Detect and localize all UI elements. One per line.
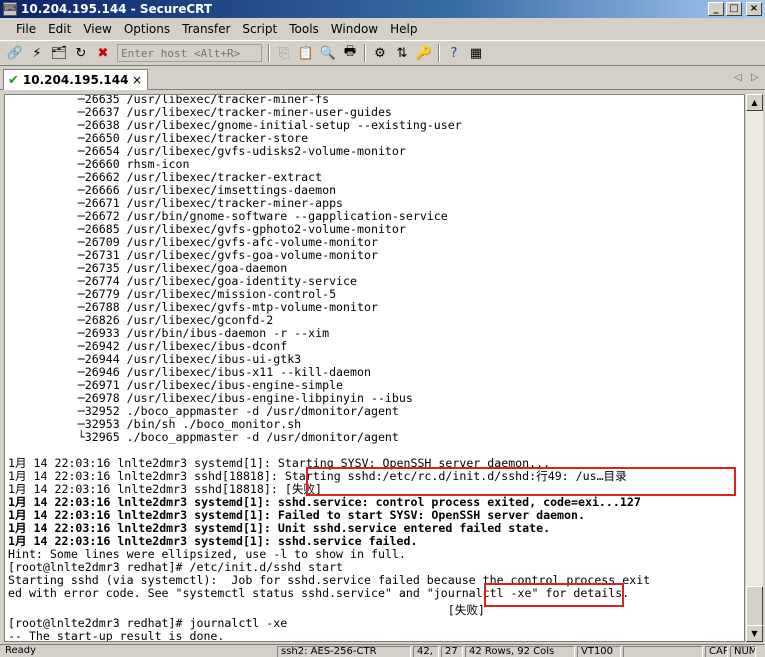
key-icon[interactable]: 🔑	[414, 43, 434, 63]
paste-icon[interactable]: 📋	[296, 43, 316, 63]
menu-script[interactable]: Script	[236, 22, 283, 36]
sftp-icon[interactable]: ⇅	[392, 43, 412, 63]
host-input[interactable]	[117, 44, 262, 62]
maximize-button[interactable]: □	[726, 2, 742, 16]
menu-bar: File Edit View Options Transfer Script T…	[0, 19, 765, 39]
keymap-icon[interactable]: ▦	[466, 43, 486, 63]
securecrt-app-icon[interactable]: ⌨	[3, 2, 17, 16]
toolbar: 🔗 ⚡ 🗂 ↻ ✖ ⎘ 📋 🔍 🖶 ⚙ ⇅ 🔑 ? ▦	[0, 40, 765, 66]
find-icon[interactable]: 🔍	[318, 43, 338, 63]
quick-connect-icon[interactable]: ⚡	[27, 43, 47, 63]
reconnect-icon[interactable]: ↻	[71, 43, 91, 63]
scrollbar-thumb[interactable]	[746, 586, 763, 626]
toolbar-separator	[364, 44, 366, 62]
menu-help[interactable]: Help	[384, 22, 423, 36]
terminal-line: └32965 ./boco_appmaster -d /usr/dmonitor…	[8, 430, 399, 444]
status-row: 42,	[413, 646, 439, 657]
help-icon[interactable]: ?	[444, 43, 464, 63]
menu-tools[interactable]: Tools	[283, 22, 325, 36]
scroll-down-arrow-icon[interactable]: ▼	[746, 625, 763, 642]
menu-window[interactable]: Window	[325, 22, 384, 36]
disconnect-icon[interactable]: ✖	[93, 43, 113, 63]
menu-edit[interactable]: Edit	[42, 22, 77, 36]
print-icon[interactable]: 🖶	[340, 43, 360, 63]
status-size: 42 Rows, 92 Cols	[465, 646, 575, 657]
scroll-up-arrow-icon[interactable]: ▲	[746, 94, 763, 111]
toolbar-separator	[438, 44, 440, 62]
menu-view[interactable]: View	[77, 22, 117, 36]
status-bar: Ready ssh2: AES-256-CTR 42, 27 42 Rows, …	[0, 644, 765, 657]
terminal-line: -- The start-up result is done.	[8, 629, 225, 642]
title-bar: ⌨ 10.204.195.144 - SecureCRT _ □ ×	[0, 0, 765, 18]
status-num: NUM	[730, 646, 756, 657]
status-col: 27	[441, 646, 463, 657]
session-tab-bar: ✔ 10.204.195.144 × ◁ ▷	[0, 67, 765, 90]
settings-icon[interactable]: ⚙	[370, 43, 390, 63]
menu-transfer[interactable]: Transfer	[176, 22, 236, 36]
status-terminal-type: VT100	[577, 646, 621, 657]
highlight-box	[484, 583, 624, 607]
status-protocol: ssh2: AES-256-CTR	[277, 646, 411, 657]
terminal-output[interactable]: ─26635 /usr/libexec/tracker-miner-fs ─26…	[4, 94, 745, 642]
connect-icon[interactable]: 🔗	[5, 43, 25, 63]
session-tab-label: 10.204.195.144	[22, 73, 129, 87]
highlight-box	[306, 467, 736, 496]
status-ready: Ready	[5, 646, 37, 656]
close-button[interactable]: ×	[746, 2, 762, 16]
toolbar-separator	[268, 44, 270, 62]
menu-options[interactable]: Options	[118, 22, 176, 36]
connect-in-tab-icon[interactable]: 🗂	[49, 43, 69, 63]
tab-close-icon[interactable]: ×	[132, 73, 142, 87]
session-tab[interactable]: ✔ 10.204.195.144 ×	[3, 69, 148, 90]
minimize-button[interactable]: _	[708, 2, 724, 16]
tab-next-icon[interactable]: ▷	[751, 72, 759, 83]
status-caps: CAP	[705, 646, 728, 657]
vertical-scrollbar[interactable]: ▲ ▼	[746, 94, 763, 642]
connected-check-icon: ✔	[8, 72, 19, 88]
menu-file[interactable]: File	[0, 22, 42, 36]
status-spacer	[623, 646, 703, 657]
tab-prev-icon[interactable]: ◁	[734, 72, 742, 83]
window-title: 10.204.195.144 - SecureCRT	[21, 2, 213, 16]
copy-icon[interactable]: ⎘	[274, 43, 294, 63]
